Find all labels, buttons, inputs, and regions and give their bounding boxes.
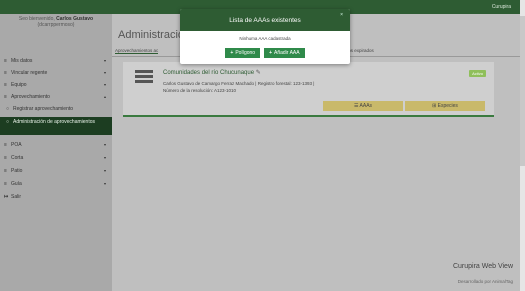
especies-button[interactable]: ⊞ Especies bbox=[405, 101, 485, 111]
aprovechamiento-card: Comunidades del río Chucunaque ✎ Carlos … bbox=[123, 62, 494, 117]
modal-message: Ninhuma AAA cadastrada bbox=[239, 36, 291, 41]
close-icon[interactable]: × bbox=[340, 12, 343, 18]
sidebar-item-poa[interactable]: ≡ POA ▾ bbox=[0, 140, 112, 150]
sidebar-item-administracion-aprovechamientos[interactable]: ○ Administración de aprovechamientos bbox=[0, 117, 112, 135]
sidebar-item-salir[interactable]: ↦ Salir bbox=[0, 192, 112, 202]
chevron-down-icon: ▾ bbox=[103, 155, 106, 160]
chevron-down-icon: ▾ bbox=[103, 142, 106, 147]
sidebar-item-guia[interactable]: ≡ Guía ▾ bbox=[0, 179, 112, 189]
modal-actions: + Polígono + Añadir AAA bbox=[180, 48, 350, 58]
sidebar-item-registrar-aprovechamiento[interactable]: ○ Registrar aprovechamiento bbox=[0, 104, 112, 114]
list-icon: ≡ bbox=[4, 181, 7, 187]
brand-label[interactable]: Curupira bbox=[492, 4, 511, 10]
modal-title: Lista de AAAs existentes bbox=[229, 17, 301, 24]
card-owner-info: Carlos Gustavo de Camargo Ferraz Machado… bbox=[163, 81, 315, 86]
sidebar-item-patio[interactable]: ≡ Patio ▾ bbox=[0, 166, 112, 176]
sidebar-item-label: Patio bbox=[11, 168, 23, 174]
circle-icon: ○ bbox=[6, 106, 10, 112]
sidebar-item-label: Mis datos bbox=[11, 58, 33, 64]
list-icon: ≡ bbox=[4, 155, 7, 161]
sidebar-item-mis-datos[interactable]: ≡ Mis datos ▾ bbox=[0, 56, 112, 66]
chevron-down-icon: ▾ bbox=[103, 181, 106, 186]
exit-icon: ↦ bbox=[4, 194, 9, 200]
list-icon: ≡ bbox=[4, 70, 7, 76]
card-resolution-info: Número de la resolución: A123-1010 bbox=[163, 88, 237, 93]
sidebar-item-label: POA bbox=[11, 142, 22, 148]
list-icon bbox=[135, 70, 153, 84]
list-icon: ≡ bbox=[4, 58, 7, 64]
add-aaa-button[interactable]: + Añadir AAA bbox=[264, 48, 305, 58]
scrollbar[interactable] bbox=[520, 0, 525, 291]
status-badge: Activo bbox=[469, 70, 486, 77]
chevron-down-icon: ▾ bbox=[103, 70, 106, 75]
sidebar-item-label: Guía bbox=[11, 181, 22, 187]
welcome-message: Seo bienvenido, Carlos Gustavo (dcarrppe… bbox=[0, 16, 112, 28]
sidebar-item-label: Equipo bbox=[11, 82, 27, 88]
chevron-down-icon: ▾ bbox=[103, 168, 106, 173]
card-title: Comunidades del río Chucunaque ✎ bbox=[163, 70, 261, 76]
footer-title: Curupira Web View bbox=[452, 263, 513, 270]
list-icon: ≡ bbox=[4, 94, 7, 100]
sidebar-item-label: Aprovechamiento bbox=[11, 94, 50, 100]
list-icon: ≡ bbox=[4, 142, 7, 148]
sidebar-item-label: Vincular regente bbox=[11, 70, 48, 76]
plus-icon: + bbox=[269, 50, 272, 56]
footer-credit[interactable]: Desarrollado por AnimalTag bbox=[458, 279, 513, 284]
aaa-list-modal: Lista de AAAs existentes × Ninhuma AAA c… bbox=[180, 9, 350, 64]
sidebar-item-label: Registrar aprovechamiento bbox=[13, 106, 74, 112]
chevron-down-icon: ▾ bbox=[103, 58, 106, 63]
sidebar-item-label: Administración de aprovechamientos bbox=[13, 119, 95, 125]
sidebar-item-label: Corta bbox=[11, 155, 24, 161]
sidebar-item-equipo[interactable]: ≡ Equipo ▾ bbox=[0, 80, 112, 90]
tab-aprovechamientos-activos[interactable]: Aprovechamientos ac bbox=[115, 48, 159, 54]
poligono-button[interactable]: + Polígono bbox=[225, 48, 261, 58]
sidebar-item-corta[interactable]: ≡ Corta ▾ bbox=[0, 153, 112, 163]
list-icon: ≡ bbox=[4, 168, 7, 174]
plus-icon: + bbox=[230, 50, 234, 56]
aaas-button[interactable]: ☰ AAAs bbox=[323, 101, 403, 111]
page-title: Administració bbox=[118, 29, 185, 41]
chevron-down-icon: ▾ bbox=[103, 82, 106, 87]
modal-header: Lista de AAAs existentes × bbox=[180, 9, 350, 31]
circle-icon: ○ bbox=[6, 119, 10, 125]
sidebar-item-aprovechamiento[interactable]: ≡ Aprovechamiento ▴ bbox=[0, 92, 112, 102]
chevron-up-icon: ▴ bbox=[103, 94, 106, 99]
welcome-username: (dcarrppermoso) bbox=[37, 22, 75, 28]
sidebar-item-vincular-regente[interactable]: ≡ Vincular regente ▾ bbox=[0, 68, 112, 78]
sidebar-item-label: Salir bbox=[11, 194, 22, 200]
edit-icon[interactable]: ✎ bbox=[256, 70, 261, 76]
scrollbar-thumb[interactable] bbox=[520, 16, 525, 166]
list-icon: ≡ bbox=[4, 82, 7, 88]
